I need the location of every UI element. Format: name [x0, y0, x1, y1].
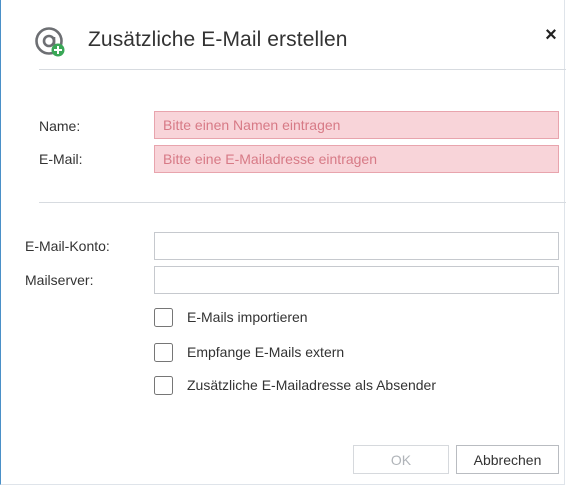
option-receive-external[interactable]: Empfange E-Mails extern	[154, 341, 344, 363]
section-divider	[39, 202, 566, 203]
receive-external-label: Empfange E-Mails extern	[187, 344, 345, 360]
mailserver-label: Mailserver:	[25, 272, 94, 288]
name-label: Name:	[39, 118, 81, 134]
email-label: E-Mail:	[39, 151, 83, 167]
email-account-input[interactable]	[154, 232, 559, 260]
option-use-as-sender[interactable]: Zusätzliche E-Mailadresse als Absender	[154, 374, 436, 396]
at-sign-plus-icon	[35, 27, 65, 57]
import-emails-label: E-Mails importieren	[187, 309, 308, 325]
email-input[interactable]	[154, 145, 559, 173]
import-emails-checkbox[interactable]	[154, 307, 173, 327]
dialog-title: Zusätzliche E-Mail erstellen	[88, 28, 348, 51]
dialog-titlebar: Zusätzliche E-Mail erstellen ×	[1, 0, 566, 70]
name-input[interactable]	[154, 111, 559, 139]
email-account-label: E-Mail-Konto:	[25, 238, 110, 254]
ok-button[interactable]: OK	[353, 445, 449, 474]
receive-external-checkbox[interactable]	[154, 342, 173, 362]
use-as-sender-label: Zusätzliche E-Mailadresse als Absender	[187, 377, 437, 393]
mailserver-input[interactable]	[154, 266, 559, 294]
close-icon[interactable]: ×	[541, 25, 561, 45]
cancel-button[interactable]: Abbrechen	[456, 445, 559, 474]
option-import-emails[interactable]: E-Mails importieren	[154, 306, 308, 328]
use-as-sender-checkbox[interactable]	[154, 375, 173, 395]
title-divider	[39, 69, 566, 70]
create-additional-email-dialog: Zusätzliche E-Mail erstellen × Name: E-M…	[0, 0, 566, 485]
